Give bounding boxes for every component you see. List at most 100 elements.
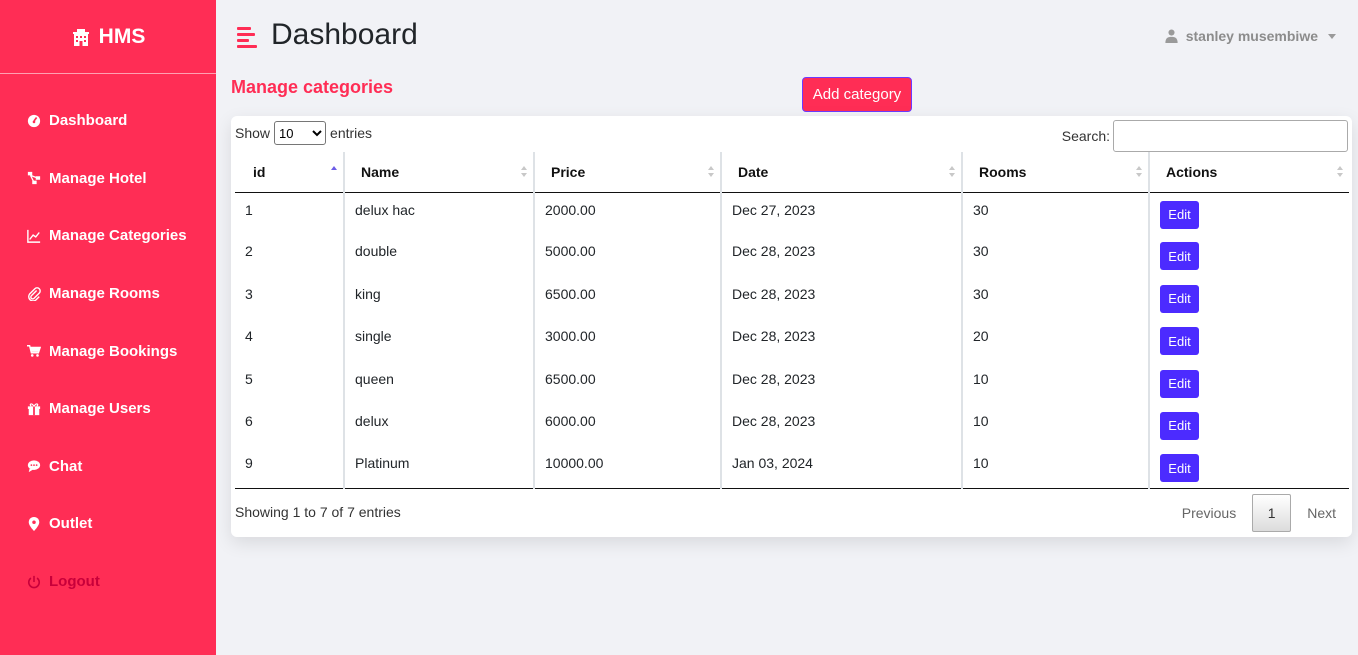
sidebar-item-dashboard[interactable]: Dashboard bbox=[0, 92, 216, 150]
edit-button[interactable]: Edit bbox=[1160, 242, 1199, 271]
cell-id: 6 bbox=[245, 412, 253, 429]
edit-button[interactable]: Edit bbox=[1160, 411, 1199, 440]
cell-actions: Edit bbox=[1148, 403, 1349, 447]
cart-icon bbox=[27, 345, 41, 357]
sidebar-item-manage-bookings[interactable]: Manage Bookings bbox=[0, 322, 216, 380]
cell-name: single bbox=[343, 319, 534, 362]
sort-icon bbox=[708, 166, 714, 178]
cell-name: queen bbox=[343, 361, 534, 404]
cell-date: Jan 03, 2024 bbox=[720, 446, 962, 490]
cell-date: Dec 28, 2023 bbox=[720, 234, 962, 277]
chat-icon bbox=[27, 460, 41, 473]
cell-rooms: 30 bbox=[961, 234, 1149, 277]
user-name: stanley musembiwe bbox=[1185, 28, 1318, 44]
cell-rooms: 10 bbox=[961, 361, 1149, 404]
add-category-button[interactable]: Add category bbox=[802, 77, 912, 112]
previous-page-button[interactable]: Previous bbox=[1170, 505, 1248, 521]
cell-actions: Edit bbox=[1148, 319, 1349, 362]
search-control: Search: bbox=[1062, 120, 1348, 152]
cell-id: 4 bbox=[245, 328, 253, 345]
top-header: Dashboard stanley musembiwe bbox=[216, 0, 1358, 74]
user-icon bbox=[1165, 29, 1178, 43]
cell-price: 6500.00 bbox=[533, 361, 721, 404]
page-button-1[interactable]: 1 bbox=[1252, 494, 1292, 532]
cell-price: 10000.00 bbox=[533, 446, 721, 490]
cell-rooms: 30 bbox=[961, 276, 1149, 320]
cell-date: Dec 28, 2023 bbox=[720, 276, 962, 320]
sidebar-item-manage-hotel[interactable]: Manage Hotel bbox=[0, 150, 216, 208]
sidebar-item-manage-users[interactable]: Manage Users bbox=[0, 380, 216, 438]
sidebar-item-label: Outlet bbox=[49, 515, 93, 533]
show-label: Show bbox=[235, 125, 271, 141]
cell-price: 6500.00 bbox=[533, 276, 721, 320]
column-header-price[interactable]: Price bbox=[533, 152, 721, 193]
cell-id: 5 bbox=[245, 370, 253, 387]
cell-rooms: 20 bbox=[961, 319, 1149, 362]
sidebar-item-outlet[interactable]: Outlet bbox=[0, 495, 216, 553]
table-row: 6 delux 6000.00 Dec 28, 2023 10 Edit bbox=[235, 403, 1349, 447]
sort-asc-icon bbox=[331, 166, 337, 178]
table-row: 5 queen 6500.00 Dec 28, 2023 10 Edit bbox=[235, 361, 1349, 404]
sitemap-icon bbox=[27, 172, 41, 185]
sidebar-item-label: Manage Rooms bbox=[49, 285, 160, 303]
brand[interactable]: HMS bbox=[0, 0, 216, 74]
column-header-date[interactable]: Date bbox=[720, 152, 962, 193]
section-title: Manage categories bbox=[231, 77, 394, 97]
cell-actions: Edit bbox=[1148, 446, 1349, 490]
column-header-actions[interactable]: Actions bbox=[1148, 152, 1349, 193]
sidebar-item-label: Logout bbox=[49, 573, 100, 591]
cell-actions: Edit bbox=[1148, 234, 1349, 277]
table-row: 9 Platinum 10000.00 Jan 03, 2024 10 Edit bbox=[235, 446, 1349, 490]
menu-toggle-icon[interactable] bbox=[237, 27, 257, 48]
cell-name: Platinum bbox=[343, 446, 534, 490]
edit-button[interactable]: Edit bbox=[1160, 200, 1199, 229]
column-header-rooms[interactable]: Rooms bbox=[961, 152, 1149, 193]
chevron-down-icon bbox=[1328, 33, 1336, 39]
hotel-icon bbox=[72, 28, 89, 46]
user-menu[interactable]: stanley musembiwe bbox=[1165, 28, 1336, 44]
column-header-id[interactable]: id bbox=[235, 152, 344, 193]
chart-line-icon bbox=[27, 229, 41, 243]
next-page-button[interactable]: Next bbox=[1295, 505, 1348, 521]
sidebar-item-label: Manage Users bbox=[49, 400, 151, 418]
cell-rooms: 30 bbox=[961, 192, 1149, 235]
sidebar-nav: Dashboard Manage Hotel Manage Categories… bbox=[0, 74, 216, 610]
brand-name: HMS bbox=[98, 24, 146, 48]
cell-name: delux bbox=[343, 403, 534, 447]
sidebar-item-chat[interactable]: Chat bbox=[0, 438, 216, 496]
gift-icon bbox=[27, 403, 41, 415]
search-input[interactable] bbox=[1113, 120, 1348, 152]
cell-date: Dec 27, 2023 bbox=[720, 192, 962, 235]
table-row: 2 double 5000.00 Dec 28, 2023 30 Edit bbox=[235, 234, 1349, 277]
cell-price: 5000.00 bbox=[533, 234, 721, 277]
edit-button[interactable]: Edit bbox=[1160, 454, 1199, 483]
sidebar-item-logout[interactable]: Logout bbox=[0, 553, 216, 611]
page-size-select[interactable]: 10 bbox=[274, 121, 327, 145]
cell-price: 2000.00 bbox=[533, 192, 721, 235]
edit-button[interactable]: Edit bbox=[1160, 327, 1199, 356]
sidebar-item-manage-categories[interactable]: Manage Categories bbox=[0, 207, 216, 265]
sidebar-item-label: Dashboard bbox=[49, 112, 128, 130]
cell-actions: Edit bbox=[1148, 276, 1349, 320]
power-icon bbox=[28, 575, 40, 588]
cell-rooms: 10 bbox=[961, 446, 1149, 490]
cell-actions: Edit bbox=[1148, 192, 1349, 235]
entries-label: entries bbox=[330, 125, 373, 141]
search-label: Search: bbox=[1061, 128, 1110, 144]
sidebar-item-label: Manage Bookings bbox=[49, 342, 178, 360]
sidebar-item-label: Chat bbox=[49, 457, 83, 475]
cell-actions: Edit bbox=[1148, 361, 1349, 404]
edit-button[interactable]: Edit bbox=[1160, 284, 1199, 313]
cell-name: king bbox=[343, 276, 534, 320]
edit-button[interactable]: Edit bbox=[1160, 369, 1199, 398]
column-header-name[interactable]: Name bbox=[343, 152, 534, 193]
cell-price: 6000.00 bbox=[533, 403, 721, 447]
cell-name: delux hac bbox=[343, 192, 534, 235]
cell-id: 9 bbox=[235, 446, 344, 490]
categories-table: id Name Price Date Rooms Actions 1 delux… bbox=[235, 152, 1349, 490]
table-row: 3 king 6500.00 Dec 28, 2023 30 Edit bbox=[235, 276, 1349, 320]
sidebar-item-manage-rooms[interactable]: Manage Rooms bbox=[0, 265, 216, 323]
sidebar: HMS Dashboard Manage Hotel Manage Catego… bbox=[0, 0, 216, 655]
table-info: Showing 1 to 7 of 7 entries bbox=[235, 504, 401, 520]
paperclip-icon bbox=[28, 286, 41, 301]
